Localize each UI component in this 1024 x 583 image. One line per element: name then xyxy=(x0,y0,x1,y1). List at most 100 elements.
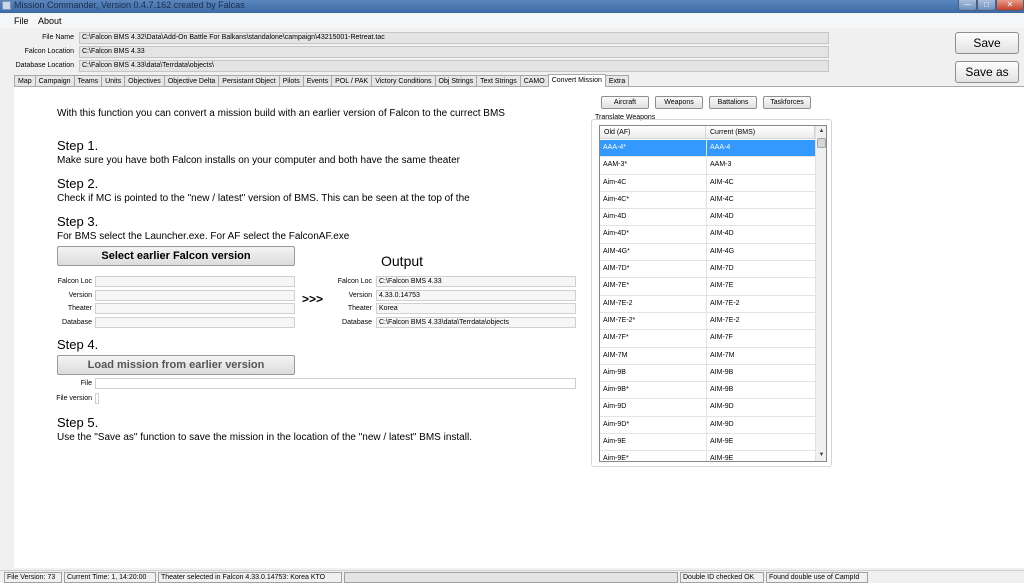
weapons-button[interactable]: Weapons xyxy=(655,96,703,109)
table-row[interactable]: AIM-7E-2* AIM-7E-2 xyxy=(600,312,815,331)
column-divider xyxy=(706,382,707,400)
table-row[interactable]: Aim-4C AIM-4C xyxy=(600,174,815,192)
status-current-time: Current Time: 1, 14:20:00 xyxy=(64,572,156,583)
cell-old-af: AAA-4* xyxy=(603,144,626,151)
table-row[interactable]: Aim-4D* AIM-4D xyxy=(600,226,815,244)
step2-title: Step 2. xyxy=(57,176,99,191)
scroll-up-icon[interactable]: ▲ xyxy=(816,126,826,137)
table-row[interactable]: Aim-9B* AIM-9B xyxy=(600,382,815,400)
output-title: Output xyxy=(381,253,424,269)
cell-old-af: Aim-9E* xyxy=(603,455,629,462)
column-divider xyxy=(706,261,707,279)
maximize-icon: □ xyxy=(984,0,989,9)
col-current-bms[interactable]: Current (BMS) xyxy=(706,126,815,139)
table-row[interactable]: Aim-9E* AIM-9E xyxy=(600,451,815,462)
table-row[interactable]: Aim-4D AIM-4D xyxy=(600,209,815,227)
input-theater-label: Theater xyxy=(67,305,92,312)
column-divider xyxy=(706,140,707,157)
close-button[interactable]: ✕ xyxy=(996,0,1024,11)
file-field xyxy=(95,378,576,389)
taskforces-button[interactable]: Taskforces xyxy=(763,96,811,109)
cell-current-bms: AIM-4G xyxy=(710,247,735,255)
status-file-version: File Version: 73 xyxy=(4,572,62,583)
cell-current-bms: AIM-4D xyxy=(710,230,734,238)
grid-rows: AAA-4* AAA-4 AAM-3* AAM-3 Aim-4C AIM-4C Aim-4C… xyxy=(600,140,815,462)
table-row[interactable]: AIM-7D* AIM-7D xyxy=(600,261,815,279)
column-divider xyxy=(706,295,707,313)
column-divider xyxy=(706,226,707,244)
output-database-field: C:\Falcon BMS 4.33\data\Terrdata\objects xyxy=(376,317,576,328)
cell-current-bms: AIM-9B xyxy=(710,386,734,394)
column-divider xyxy=(706,157,707,175)
file-name-field: C:\Falcon BMS 4.32\Data\Add-On Battle Fo… xyxy=(79,32,829,44)
cell-old-af: AIM-7F* xyxy=(603,334,629,342)
step3-title: Step 3. xyxy=(57,214,99,229)
menu-file[interactable]: File xyxy=(14,16,29,26)
aircraft-button[interactable]: Aircraft xyxy=(601,96,649,109)
app-icon xyxy=(2,1,11,10)
step5-text: Use the "Save as" function to save the m… xyxy=(57,432,472,443)
input-version-field xyxy=(95,290,295,301)
table-row[interactable]: AIM-7E* AIM-7E xyxy=(600,278,815,296)
grid-header: Old (AF) Current (BMS) xyxy=(600,126,815,139)
cell-current-bms: AAM-3 xyxy=(710,161,732,169)
tab-convert-mission[interactable]: Convert Mission xyxy=(547,74,606,87)
column-divider xyxy=(706,434,707,452)
file-version-field xyxy=(95,393,99,404)
table-row[interactable]: AIM-7E-2 AIM-7E-2 xyxy=(600,295,815,313)
file-version-label: File version xyxy=(56,395,92,402)
battalions-button[interactable]: Battalions xyxy=(709,96,757,109)
status-theater: Theater selected in Falcon 4.33.0.14753:… xyxy=(158,572,342,583)
scroll-thumb[interactable] xyxy=(817,138,826,148)
save-button[interactable]: Save xyxy=(955,32,1019,54)
step5-title: Step 5. xyxy=(57,415,99,430)
table-row[interactable]: AIM-4G* AIM-4G xyxy=(600,243,815,262)
table-row[interactable]: Aim-9D* AIM-9D xyxy=(600,416,815,435)
table-row[interactable]: Aim-9B AIM-9B xyxy=(600,364,815,383)
output-version-field: 4.33.0.14753 xyxy=(376,290,576,301)
cell-current-bms: AAA-4 xyxy=(710,144,731,151)
menu-about[interactable]: About xyxy=(38,16,62,26)
output-database-label: Database xyxy=(342,319,372,326)
cell-old-af: Aim-9B xyxy=(603,368,626,376)
column-divider xyxy=(706,399,707,417)
table-row[interactable]: Aim-9D AIM-9D xyxy=(600,399,815,417)
cell-current-bms: AIM-7E xyxy=(710,282,734,290)
input-database-label: Database xyxy=(62,319,92,326)
cell-current-bms: AIM-7E-2 xyxy=(710,316,740,324)
column-divider xyxy=(706,451,707,461)
load-mission-button[interactable]: Load mission from earlier version xyxy=(57,355,295,375)
column-divider xyxy=(706,330,707,348)
cell-current-bms: AIM-4D xyxy=(710,213,734,221)
minimize-icon: — xyxy=(963,0,972,9)
step4-title: Step 4. xyxy=(57,337,99,352)
cell-current-bms: AIM-4C xyxy=(710,195,734,203)
table-row[interactable]: AIM-7M AIM-7M xyxy=(600,347,815,365)
cell-old-af: AIM-7M xyxy=(603,351,628,359)
cell-current-bms: AIM-7F xyxy=(710,334,733,342)
minimize-button[interactable]: — xyxy=(958,0,977,11)
column-divider xyxy=(706,364,707,382)
input-loc-label: Falcon Loc xyxy=(57,278,92,285)
table-row[interactable]: AAM-3* AAM-3 xyxy=(600,157,815,175)
weapons-grid[interactable]: Old (AF) Current (BMS) AAA-4* AAA-4 AAM-3*… xyxy=(599,125,827,462)
cell-current-bms: AIM-4C xyxy=(710,178,734,186)
col-old-af[interactable]: Old (AF) xyxy=(600,126,706,139)
database-location-field: C:\Falcon BMS 4.33\data\Terrdata\objects… xyxy=(79,60,829,72)
table-row[interactable]: Aim-4C* AIM-4C xyxy=(600,191,815,210)
cell-current-bms: AIM-9D xyxy=(710,403,734,411)
cell-current-bms: AIM-9E xyxy=(710,438,734,446)
select-earlier-falcon-button[interactable]: Select earlier Falcon version xyxy=(57,246,295,266)
table-row[interactable]: AIM-7F* AIM-7F xyxy=(600,330,815,348)
table-row[interactable]: Aim-9E AIM-9E xyxy=(600,434,815,452)
cell-old-af: Aim-9E xyxy=(603,438,626,446)
column-divider xyxy=(706,209,707,227)
grid-scrollbar[interactable]: ▲ ▼ xyxy=(815,126,826,461)
maximize-button[interactable]: □ xyxy=(977,0,996,11)
menu-bar: File About xyxy=(0,14,1024,28)
table-row[interactable]: AAA-4* AAA-4 xyxy=(600,140,815,158)
input-theater-field xyxy=(95,303,295,314)
save-as-button[interactable]: Save as xyxy=(955,61,1019,83)
scroll-down-icon[interactable]: ▼ xyxy=(816,450,826,461)
close-icon: ✕ xyxy=(1006,0,1014,9)
